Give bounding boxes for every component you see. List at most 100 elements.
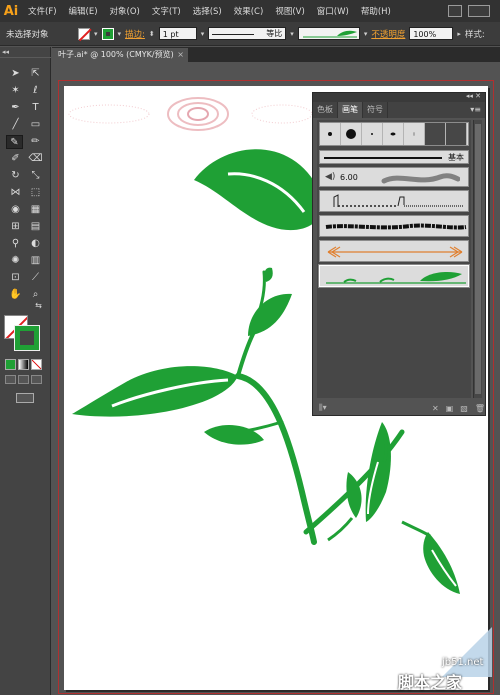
- draw-inside-icon[interactable]: [31, 375, 42, 384]
- symbol-sprayer-tool-icon[interactable]: ✺: [7, 254, 24, 268]
- menu-help[interactable]: 帮助(H): [355, 5, 397, 17]
- artboard-tool-icon[interactable]: ⊡: [7, 271, 24, 285]
- brush-dot-thin[interactable]: [404, 123, 425, 145]
- none-mode-icon[interactable]: [31, 359, 42, 370]
- basic-brush-row[interactable]: 基本: [319, 150, 469, 164]
- blob-brush-tool-icon[interactable]: ✐: [7, 152, 24, 166]
- column-graph-tool-icon[interactable]: ▥: [27, 254, 44, 268]
- menu-object[interactable]: 对象(O): [104, 5, 146, 17]
- brush-empty-cell[interactable]: [446, 123, 467, 145]
- rectangle-tool-icon[interactable]: ▭: [27, 118, 44, 132]
- panel-footer: ⫼▾ ✕ ▣ ▧ 🗑: [313, 401, 485, 415]
- opacity-label[interactable]: 不透明度: [371, 28, 405, 40]
- toolbox-grip[interactable]: [0, 57, 51, 60]
- brush-libraries-icon[interactable]: ⫼▾: [319, 403, 327, 413]
- stroke-label[interactable]: 描边:: [125, 28, 145, 40]
- line-tool-icon[interactable]: ╱: [7, 118, 24, 132]
- menu-bar: Ai 文件(F) 编辑(E) 对象(O) 文字(T) 选择(S) 效果(C) 视…: [0, 0, 500, 22]
- brush-empty-cell[interactable]: [425, 123, 446, 145]
- collapse-icon[interactable]: ◂◂: [2, 48, 9, 56]
- close-icon[interactable]: ×: [177, 48, 184, 62]
- screen-mode-icon[interactable]: [16, 393, 34, 403]
- hand-tool-icon[interactable]: ✋: [7, 288, 24, 302]
- tab-brushes[interactable]: 画笔: [338, 102, 363, 118]
- draw-behind-icon[interactable]: [18, 375, 29, 384]
- chevron-down-icon[interactable]: ▾: [290, 30, 294, 38]
- variable-width-profile[interactable]: 等比: [208, 27, 287, 40]
- menu-type[interactable]: 文字(T): [146, 5, 187, 17]
- scroll-thumb[interactable]: [475, 124, 481, 394]
- basic-brush-label: 基本: [448, 153, 464, 162]
- brush-options-icon[interactable]: ▣: [446, 404, 454, 413]
- bridge-icon[interactable]: [448, 5, 462, 17]
- charcoal-brush-row[interactable]: [319, 215, 469, 237]
- direct-selection-tool-icon[interactable]: ⇱: [27, 67, 44, 81]
- tab-symbols[interactable]: 符号: [363, 102, 388, 118]
- gradient-tool-icon[interactable]: ▤: [27, 220, 44, 234]
- draw-normal-icon[interactable]: [5, 375, 16, 384]
- type-tool-icon[interactable]: T: [27, 101, 44, 115]
- menu-window[interactable]: 窗口(W): [311, 5, 355, 17]
- panel-collapse-icon[interactable]: ◂◂ ✕: [466, 92, 481, 100]
- panel-menu-icon[interactable]: ▾≡: [470, 102, 481, 118]
- fill-stroke-widget[interactable]: [4, 315, 44, 355]
- remove-brush-stroke-icon[interactable]: ✕: [432, 404, 439, 413]
- stepper-icon[interactable]: ⬍: [149, 30, 155, 38]
- lasso-tool-icon[interactable]: ℓ: [27, 84, 44, 98]
- chevron-down-icon[interactable]: ▾: [364, 30, 368, 38]
- width-tool-icon[interactable]: ⋈: [7, 186, 24, 200]
- chevron-down-icon[interactable]: ▾: [118, 30, 122, 38]
- brush-list-scrollbar[interactable]: [473, 120, 482, 398]
- chevron-down-icon[interactable]: ▾: [201, 30, 205, 38]
- arrow-brush-row[interactable]: [319, 240, 469, 262]
- brush-dot-tiny[interactable]: [362, 123, 383, 145]
- bristle-brush-row[interactable]: ◀) 6.00: [319, 167, 469, 187]
- opacity-field[interactable]: 100%: [409, 27, 454, 40]
- eyedropper-tool-icon[interactable]: ⚲: [7, 237, 24, 251]
- blend-tool-icon[interactable]: ◐: [27, 237, 44, 251]
- rotate-tool-icon[interactable]: ↻: [7, 169, 24, 183]
- new-brush-icon[interactable]: ▧: [460, 404, 468, 413]
- menu-edit[interactable]: 编辑(E): [63, 5, 104, 17]
- brush-dot-small[interactable]: [320, 123, 341, 145]
- delete-brush-icon[interactable]: 🗑: [475, 404, 485, 413]
- menu-file[interactable]: 文件(F): [22, 5, 63, 17]
- mesh-tool-icon[interactable]: ⊞: [7, 220, 24, 234]
- eraser-tool-icon[interactable]: ⌫: [27, 152, 44, 166]
- chevron-down-icon[interactable]: ▾: [94, 30, 98, 38]
- watermark-name: 脚本之家: [398, 673, 463, 692]
- fill-none-swatch[interactable]: [78, 27, 90, 40]
- document-tab[interactable]: 叶子.ai* @ 100% (CMYK/预览) ×: [52, 48, 188, 62]
- panel-header[interactable]: ◂◂ ✕: [313, 92, 485, 102]
- menu-select[interactable]: 选择(S): [187, 5, 228, 17]
- brush-dot-large[interactable]: [341, 123, 362, 145]
- menu-view[interactable]: 视图(V): [269, 5, 310, 17]
- stroke-indicator[interactable]: [15, 326, 39, 350]
- color-mode-icon[interactable]: [5, 359, 16, 370]
- scale-tool-icon[interactable]: ⤡: [27, 169, 44, 183]
- stroke-weight-field[interactable]: 1 pt: [158, 27, 197, 40]
- perspective-grid-tool-icon[interactable]: ▦: [27, 203, 44, 217]
- swap-fill-stroke-icon[interactable]: ⇆: [30, 299, 47, 313]
- pencil-tool-icon[interactable]: ✏: [27, 135, 44, 149]
- paintbrush-tool-icon[interactable]: ✎: [6, 135, 23, 149]
- profile-line: [212, 34, 255, 35]
- arrange-documents-icon[interactable]: [468, 5, 490, 17]
- menu-effect[interactable]: 效果(C): [228, 5, 270, 17]
- chevron-down-icon[interactable]: ▸: [457, 30, 461, 38]
- tab-swatches[interactable]: 色板: [313, 102, 338, 118]
- pattern-brush-row[interactable]: [319, 190, 469, 212]
- selection-tool-icon[interactable]: ➤: [7, 67, 24, 81]
- stroke-color-swatch[interactable]: [101, 27, 114, 40]
- slice-tool-icon[interactable]: ⟋: [27, 271, 44, 285]
- gradient-mode-icon[interactable]: [18, 359, 29, 370]
- pen-tool-icon[interactable]: ✒: [7, 101, 24, 115]
- leaf-brush-row[interactable]: [318, 264, 470, 288]
- draw-modes: [5, 375, 42, 384]
- brush-definition[interactable]: [297, 27, 360, 40]
- free-transform-tool-icon[interactable]: ⬚: [27, 186, 44, 200]
- magic-wand-tool-icon[interactable]: ✶: [7, 84, 24, 98]
- shape-builder-tool-icon[interactable]: ◉: [7, 203, 24, 217]
- brush-dot-oval[interactable]: [383, 123, 404, 145]
- orange-arrow-preview: [327, 246, 463, 258]
